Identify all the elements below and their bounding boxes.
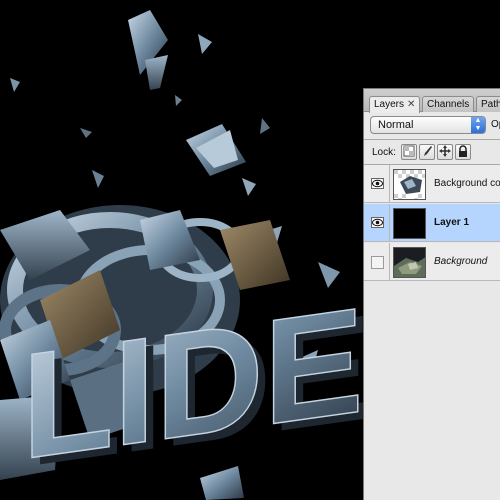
divider [364, 139, 500, 140]
tab-channels-label: Channels [427, 99, 470, 110]
blend-options-row: Normal ▲▼ Op [370, 116, 500, 136]
eye-icon[interactable] [371, 178, 384, 189]
move-icon[interactable] [437, 144, 453, 160]
tab-layers[interactable]: Layers ✕ [369, 96, 421, 113]
padlock-icon[interactable] [455, 144, 471, 160]
hidden-visibility-box[interactable] [371, 256, 384, 269]
select-arrows-icon[interactable]: ▲ ▼ [471, 117, 485, 133]
layer-name[interactable]: Background [434, 256, 487, 267]
visibility-toggle[interactable] [364, 204, 390, 242]
layer-thumbnail [393, 169, 426, 200]
tab-paths-label: Path [481, 99, 500, 110]
brush-icon[interactable] [419, 144, 435, 160]
layer-name[interactable]: Layer 1 [434, 217, 469, 228]
layer-thumbnail [393, 247, 426, 278]
visibility-toggle[interactable] [364, 165, 390, 203]
tab-paths[interactable]: Path [476, 96, 500, 112]
tab-layers-label: Layers [374, 99, 405, 110]
eye-icon[interactable] [371, 217, 384, 228]
layer-row-background[interactable]: Background [364, 243, 500, 281]
layers-panel: Layers✕ Channels Path Normal ▲▼ Op Lock: [363, 88, 500, 500]
blend-mode-select[interactable]: Normal ▲ ▼ [370, 116, 486, 134]
lock-row: Lock: [372, 144, 500, 164]
layer-thumbnail [393, 208, 426, 239]
transparency-lock-icon[interactable] [401, 144, 417, 160]
layer-name[interactable]: Background cop [434, 178, 500, 189]
blend-mode-value: Normal [378, 119, 414, 131]
lock-label: Lock: [372, 147, 396, 158]
layer-row-background-copy[interactable]: Background cop [364, 165, 500, 203]
tab-channels[interactable]: Channels [422, 96, 475, 112]
opacity-label: Op [491, 119, 500, 130]
layer-row-layer-1[interactable]: Layer 1 [364, 204, 500, 242]
visibility-toggle[interactable] [364, 243, 390, 281]
close-icon[interactable]: ✕ [407, 99, 415, 110]
panel-tab-bar: Layers ✕ Channels Path [364, 89, 500, 113]
